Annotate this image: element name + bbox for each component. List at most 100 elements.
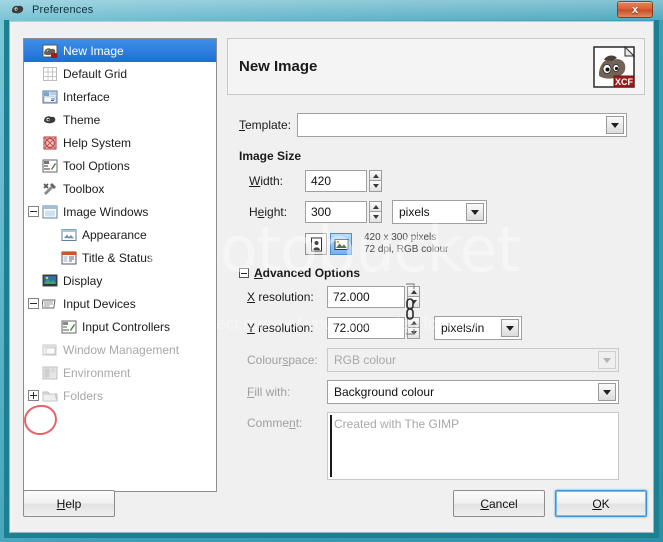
- close-button[interactable]: x: [617, 1, 653, 18]
- advanced-options-section: Advanced Options X resolution: 72.000 Y …: [239, 266, 633, 480]
- height-stepper-up[interactable]: [369, 201, 382, 212]
- image-size-title: Image Size: [239, 149, 302, 163]
- template-combo[interactable]: [297, 113, 627, 137]
- sidebar-item-label: New Image: [63, 43, 124, 58]
- sidebar-item-label: Default Grid: [63, 66, 128, 81]
- sidebar-item-default-grid[interactable]: Default Grid: [24, 62, 216, 85]
- chain-link-icon[interactable]: [402, 282, 418, 336]
- colourspace-value: RGB colour: [334, 353, 397, 367]
- help-button[interactable]: Help: [23, 490, 115, 517]
- colourspace-combo: RGB colour: [327, 348, 619, 372]
- sidebar-item-appearance[interactable]: Appearance: [24, 223, 216, 246]
- sidebar-item-label: Window Management: [63, 342, 180, 357]
- sidebar-item-new-image[interactable]: New Image: [24, 39, 216, 62]
- tree-expander-collapse[interactable]: [28, 206, 39, 217]
- advanced-options-header[interactable]: Advanced Options: [239, 266, 633, 280]
- width-stepper[interactable]: [369, 170, 382, 192]
- fill-with-row: Fill with: Background colour: [239, 380, 633, 404]
- sidebar-item-theme[interactable]: Theme: [24, 108, 216, 131]
- width-stepper-down[interactable]: [369, 181, 382, 192]
- width-stepper-up[interactable]: [369, 170, 382, 181]
- display-icon: [42, 274, 58, 286]
- width-row: Width: 420: [239, 170, 633, 192]
- y-resolution-input[interactable]: 72.000: [327, 317, 405, 339]
- chevron-down-icon[interactable]: [598, 383, 616, 401]
- sidebar-item-interface[interactable]: Interface: [24, 85, 216, 108]
- fill-with-combo[interactable]: Background colour: [327, 380, 619, 404]
- sidebar-item-folders[interactable]: Folders: [24, 384, 216, 407]
- svg-text:XCF: XCF: [615, 77, 634, 87]
- sidebar-item-environment[interactable]: Environment: [24, 361, 216, 384]
- sidebar-item-label: Folders: [63, 388, 104, 403]
- sidebar-item-label: Input Controllers: [82, 319, 171, 334]
- sidebar-item-label: Theme: [63, 112, 101, 127]
- height-stepper-down[interactable]: [369, 212, 382, 223]
- page-title: New Image: [239, 58, 318, 75]
- cancel-button-label: Cancel: [480, 496, 518, 511]
- colourspace-row: Colourspace: RGB colour: [239, 348, 633, 372]
- sidebar-item-window-management[interactable]: Window Management: [24, 338, 216, 361]
- advanced-expander-icon[interactable]: [239, 268, 249, 278]
- xcf-document-icon: XCF: [593, 45, 636, 88]
- portrait-button[interactable]: [305, 233, 327, 255]
- x-resolution-label: X resolution:: [247, 290, 314, 304]
- height-label: Height:: [249, 205, 288, 219]
- toolbox-icon: [43, 182, 56, 195]
- landscape-button[interactable]: [330, 233, 352, 255]
- sidebar-item-display[interactable]: Display: [24, 269, 216, 292]
- tree-expander-expand[interactable]: [28, 390, 39, 401]
- size-unit-combo[interactable]: pixels: [392, 200, 487, 224]
- sidebar-item-tool-options[interactable]: Tool Options: [24, 154, 216, 177]
- height-row: Height: 300 pixels: [239, 200, 633, 224]
- panel-header: New Image XCF: [227, 38, 645, 95]
- sidebar-item-label: Help System: [63, 135, 132, 150]
- advanced-options-label: Advanced Options: [254, 266, 361, 280]
- chevron-down-icon: [598, 351, 616, 369]
- new-image-icon: [42, 44, 58, 58]
- sidebar-item-label: Title & Status: [82, 250, 153, 265]
- sidebar-item-input-controllers[interactable]: Input Controllers: [24, 315, 216, 338]
- text-caret: [330, 415, 332, 477]
- resolution-unit-combo[interactable]: pixels/in: [434, 316, 522, 340]
- fill-with-value: Background colour: [334, 385, 435, 399]
- preferences-category-tree[interactable]: New Image Default Grid Interface Theme Help …: [23, 38, 217, 492]
- width-label: Width:: [249, 174, 284, 188]
- sidebar-item-label: Toolbox: [63, 181, 105, 196]
- width-value: 420: [311, 174, 332, 188]
- height-value: 300: [311, 205, 332, 219]
- chevron-down-icon[interactable]: [466, 203, 484, 221]
- x-resolution-input[interactable]: 72.000: [327, 286, 405, 308]
- image-size-section: Image Size Width: 420 Height: 300 pixels…: [239, 149, 633, 256]
- comment-input[interactable]: Created with The GIMP: [327, 412, 619, 480]
- sidebar-item-label: Tool Options: [63, 158, 130, 173]
- sidebar-item-input-devices[interactable]: Input Devices: [24, 292, 216, 315]
- tree-expander-collapse[interactable]: [28, 298, 39, 309]
- help-system-icon: [43, 136, 57, 149]
- titlebar: Preferences x: [0, 0, 663, 20]
- dialog-client-area: New Image Default Grid Interface Theme Help …: [9, 21, 654, 533]
- ok-button[interactable]: OK: [555, 490, 647, 517]
- image-size-info-line1: 420 x 300 pixels: [364, 232, 437, 243]
- width-input[interactable]: 420: [305, 170, 367, 192]
- x-resolution-value: 72.000: [333, 290, 370, 304]
- height-stepper[interactable]: [369, 201, 382, 223]
- orientation-row: 420 x 300 pixels 72 dpi, RGB colour: [305, 232, 633, 256]
- sidebar-item-help-system[interactable]: Help System: [24, 131, 216, 154]
- sidebar-item-image-windows[interactable]: Image Windows: [24, 200, 216, 223]
- window-title: Preferences: [32, 4, 94, 16]
- sidebar-item-toolbox[interactable]: Toolbox: [24, 177, 216, 200]
- chevron-down-icon[interactable]: [606, 116, 624, 134]
- wilber-icon: [12, 5, 24, 14]
- close-icon: x: [631, 3, 639, 16]
- dialog-footer: Help Cancel OK: [10, 490, 655, 520]
- colourspace-label: Colourspace:: [247, 353, 318, 367]
- sidebar-item-title-status[interactable]: Title & Status: [24, 246, 216, 269]
- chevron-down-icon[interactable]: [501, 319, 519, 337]
- preferences-window: Preferences x New Image Default Grid Inter…: [0, 0, 663, 542]
- new-image-settings-panel: New Image XCF Template: Image Size Width…: [225, 38, 647, 492]
- interface-icon: [42, 90, 58, 103]
- image-size-info-line2: 72 dpi, RGB colour: [364, 244, 449, 255]
- height-input[interactable]: 300: [305, 201, 367, 223]
- sidebar-item-label: Interface: [63, 89, 110, 104]
- cancel-button[interactable]: Cancel: [453, 490, 545, 517]
